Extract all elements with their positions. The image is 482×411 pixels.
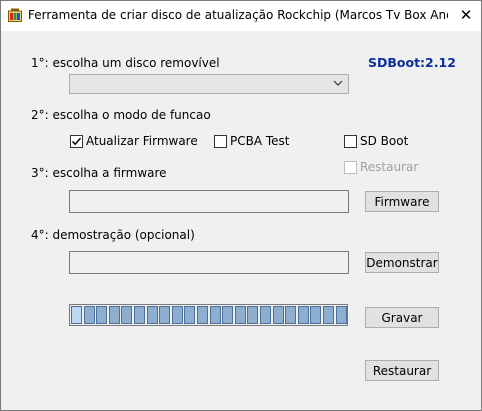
step1-label: 1°: escolha um disco removível: [31, 56, 220, 70]
progress-segment: [184, 306, 195, 324]
progress-segment: [121, 306, 132, 324]
progress-segment: [96, 306, 107, 324]
rockchip-app-icon: [8, 8, 22, 22]
demonstrar-button[interactable]: Demonstrar: [365, 252, 439, 273]
progress-segment: [247, 306, 258, 324]
title-bar[interactable]: Ferramenta de criar disco de atualização…: [1, 1, 481, 31]
progress-bar: [69, 304, 348, 326]
checkbox-label-pcba-test[interactable]: PCBA Test: [230, 134, 290, 148]
firmware-path-field[interactable]: [69, 190, 349, 213]
progress-segment: [159, 306, 170, 324]
progress-segment: [84, 306, 95, 324]
progress-segment: [323, 306, 334, 324]
step2-label: 2°: escolha o modo de funcao: [31, 108, 211, 122]
demo-path-field[interactable]: [69, 251, 349, 274]
checkbox-pcba-test[interactable]: [214, 135, 227, 148]
progress-segment: [285, 306, 296, 324]
checkbox-restaurar: [344, 161, 357, 174]
progress-segment: [147, 306, 158, 324]
window-title: Ferramenta de criar disco de atualização…: [28, 8, 448, 22]
progress-segment: [134, 306, 145, 324]
progress-segment: [298, 306, 309, 324]
progress-segment: [235, 306, 246, 324]
firmware-button[interactable]: Firmware: [365, 191, 439, 212]
checkbox-label-restaurar: Restaurar: [360, 160, 419, 174]
gravar-button[interactable]: Gravar: [365, 307, 439, 328]
checkbox-atualizar-firmware[interactable]: [70, 135, 83, 148]
progress-segment: [172, 306, 183, 324]
progress-segment: [222, 306, 233, 324]
chevron-down-icon: [332, 76, 344, 90]
main-window: Ferramenta de criar disco de atualização…: [0, 0, 482, 411]
client-area: 1°: escolha um disco removível SDBoot:2.…: [1, 31, 481, 410]
checkbox-label-sd-boot[interactable]: SD Boot: [360, 134, 408, 148]
checkbox-label-atualizar-firmware[interactable]: Atualizar Firmware: [86, 134, 198, 148]
step4-label: 4°: demostração (opcional): [31, 228, 195, 242]
progress-segment: [336, 306, 347, 324]
checkbox-sd-boot[interactable]: [344, 135, 357, 148]
progress-segment: [310, 306, 321, 324]
restaurar-button[interactable]: Restaurar: [365, 360, 439, 381]
progress-segment: [260, 306, 271, 324]
progress-segment: [71, 306, 82, 324]
progress-segment: [197, 306, 208, 324]
sdboot-version: SDBoot:2.12: [368, 55, 456, 70]
progress-segment: [273, 306, 284, 324]
step3-label: 3°: escolha a firmware: [31, 166, 167, 180]
checkmark-icon: [71, 137, 82, 146]
disk-select[interactable]: [69, 74, 349, 94]
progress-segment: [210, 306, 221, 324]
progress-segment: [109, 306, 120, 324]
close-icon[interactable]: ✕: [453, 3, 479, 27]
